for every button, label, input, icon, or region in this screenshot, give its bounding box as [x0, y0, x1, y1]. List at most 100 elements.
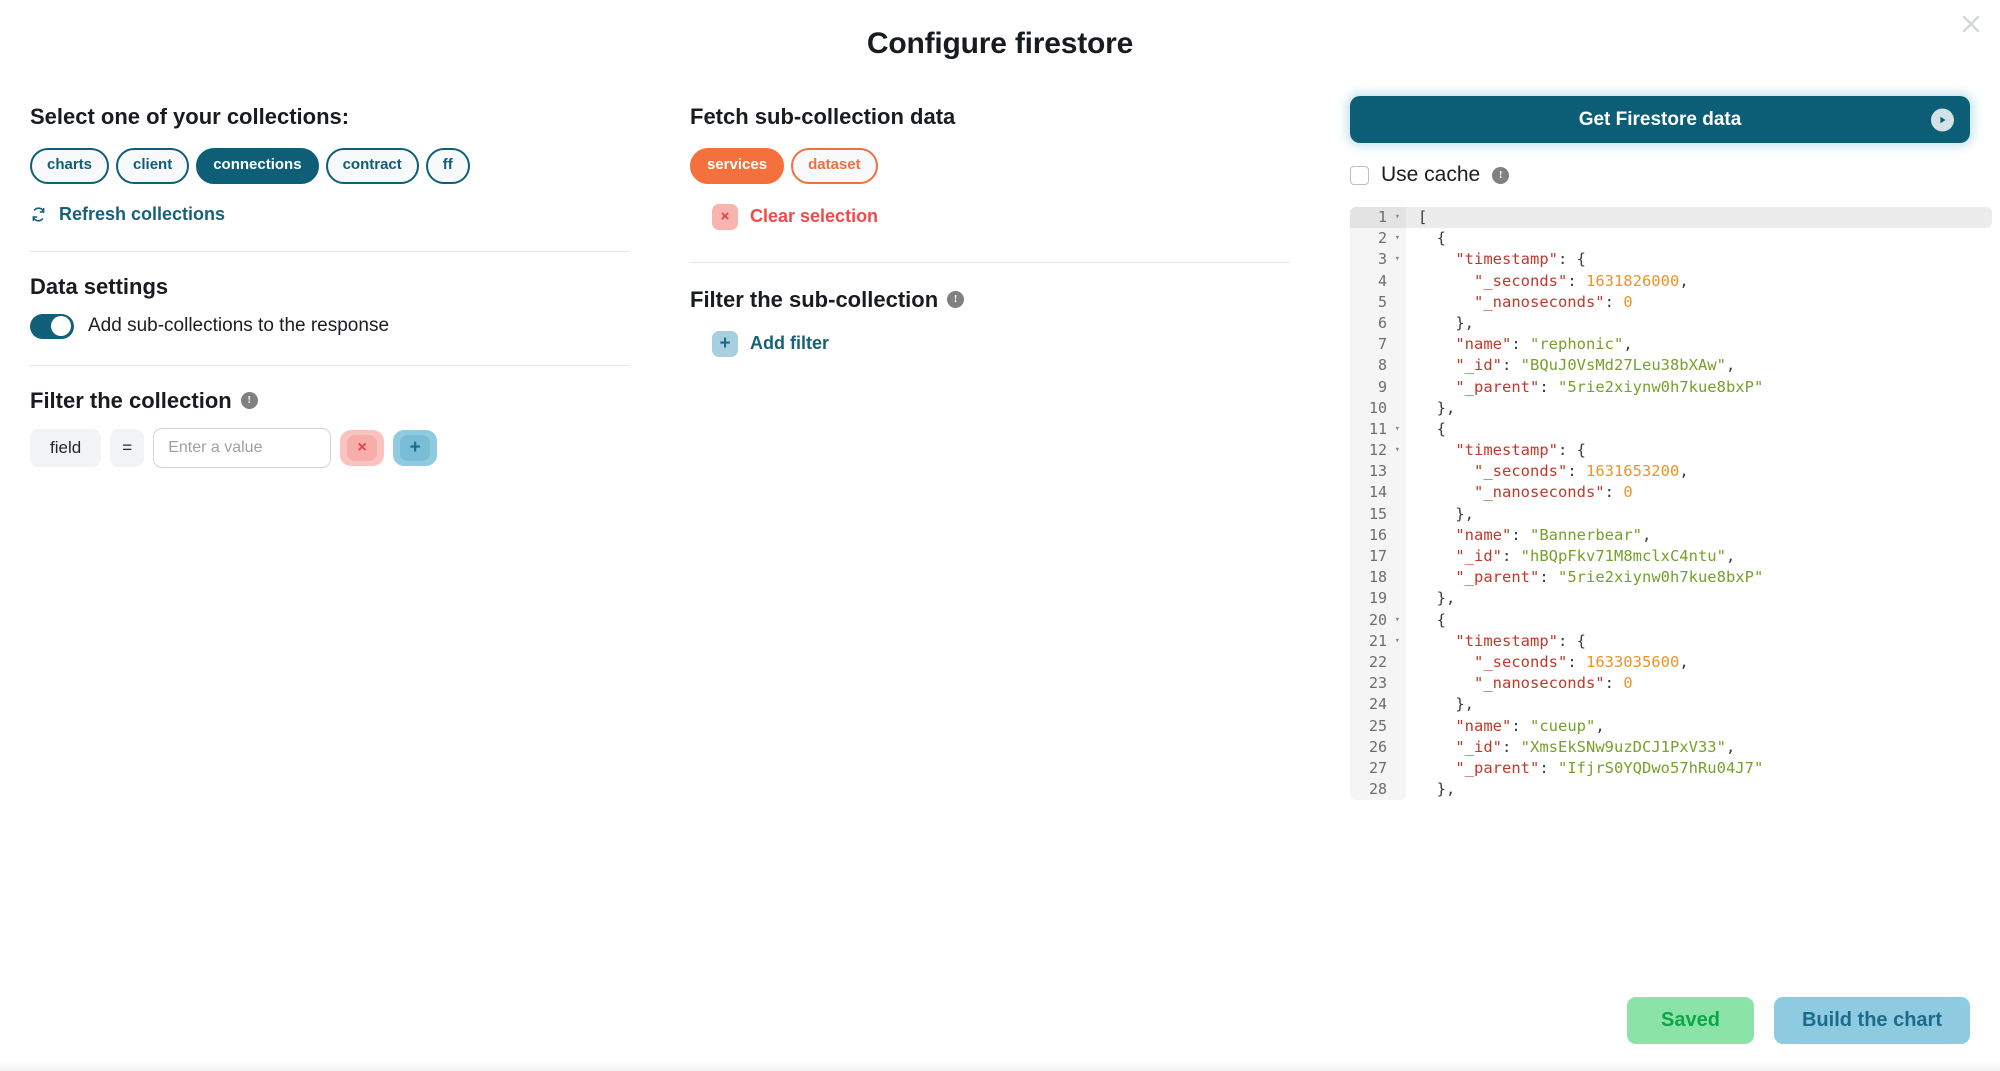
add-subcollections-toggle[interactable]: [30, 314, 74, 339]
code-line: 5▾ "_nanoseconds": 0: [1350, 292, 1970, 313]
code-lines: 1▾[2▾ {3▾ "timestamp": {4▾ "_seconds": 1…: [1350, 207, 1970, 800]
line-number: 18▾: [1350, 567, 1406, 588]
line-number: 20▾: [1350, 610, 1406, 631]
use-cache-checkbox[interactable]: [1350, 166, 1369, 185]
fold-icon[interactable]: ▾: [1392, 446, 1400, 455]
subcollections-pill-list: servicesdataset: [690, 148, 1290, 184]
subcollections-toggle-row: Add sub-collections to the response: [30, 314, 630, 339]
line-number: 14▾: [1350, 482, 1406, 503]
line-number: 24▾: [1350, 694, 1406, 715]
refresh-collections-button[interactable]: Refresh collections: [30, 204, 225, 225]
code-text: },: [1406, 398, 1455, 419]
line-number: 21▾: [1350, 631, 1406, 652]
line-number: 10▾: [1350, 398, 1406, 419]
line-number: 23▾: [1350, 673, 1406, 694]
filter-field-chip[interactable]: field: [30, 429, 101, 467]
fold-icon[interactable]: ▾: [1392, 213, 1400, 222]
line-number: 26▾: [1350, 737, 1406, 758]
code-text: },: [1406, 588, 1455, 609]
info-icon[interactable]: !: [241, 392, 258, 409]
collections-heading: Select one of your collections:: [30, 104, 630, 130]
fold-icon[interactable]: ▾: [1392, 255, 1400, 264]
add-filter-row-button[interactable]: +: [393, 430, 437, 466]
line-number: 12▾: [1350, 440, 1406, 461]
use-cache-row: Use cache !: [1350, 163, 1970, 187]
toggle-knob: [51, 316, 71, 336]
code-text: "_parent": "IfjrS0YQDwo57hRu04J7": [1406, 758, 1763, 779]
fold-icon[interactable]: ▾: [1392, 616, 1400, 625]
filter-value-input[interactable]: [153, 428, 331, 468]
filter-collection-heading: Filter the collection !: [30, 388, 630, 414]
code-line: 2▾ {: [1350, 228, 1970, 249]
collection-pill-ff[interactable]: ff: [426, 148, 470, 184]
code-text: },: [1406, 779, 1455, 800]
left-divider-2: [30, 365, 630, 366]
line-number: 19▾: [1350, 588, 1406, 609]
get-firestore-data-button[interactable]: Get Firestore data: [1350, 96, 1970, 143]
saved-button[interactable]: Saved: [1627, 997, 1754, 1044]
code-text: "timestamp": {: [1406, 440, 1586, 461]
remove-filter-button[interactable]: ×: [340, 430, 384, 466]
middle-divider-1: [690, 262, 1290, 263]
code-line: 12▾ "timestamp": {: [1350, 440, 1970, 461]
filter-operator-chip[interactable]: =: [110, 429, 144, 467]
collection-pill-charts[interactable]: charts: [30, 148, 109, 184]
code-line: 23▾ "_nanoseconds": 0: [1350, 673, 1970, 694]
code-line: 13▾ "_seconds": 1631653200,: [1350, 461, 1970, 482]
line-number: 11▾: [1350, 419, 1406, 440]
code-line: 28▾ },: [1350, 779, 1970, 800]
code-line: 6▾ },: [1350, 313, 1970, 334]
line-number: 2▾: [1350, 228, 1406, 249]
code-line: 8▾ "_id": "BQuJ0VsMd27Leu38bXAw",: [1350, 355, 1970, 376]
firestore-data-panel: Get Firestore data Use cache ! 1▾[2▾ {3▾…: [1350, 96, 1970, 800]
code-text: {: [1406, 419, 1446, 440]
fold-icon[interactable]: ▾: [1392, 425, 1400, 434]
code-line: 7▾ "name": "rephonic",: [1350, 334, 1970, 355]
code-text: "_id": "BQuJ0VsMd27Leu38bXAw",: [1406, 355, 1735, 376]
filter-subcollection-label: Filter the sub-collection: [690, 287, 938, 313]
json-code-editor[interactable]: 1▾[2▾ {3▾ "timestamp": {4▾ "_seconds": 1…: [1350, 207, 1970, 800]
code-line: 21▾ "timestamp": {: [1350, 631, 1970, 652]
refresh-collections-label: Refresh collections: [59, 204, 225, 225]
code-line: 9▾ "_parent": "5rie2xiynw0h7kue8bxP": [1350, 377, 1970, 398]
code-text: "_nanoseconds": 0: [1406, 482, 1633, 503]
code-line: 27▾ "_parent": "IfjrS0YQDwo57hRu04J7": [1350, 758, 1970, 779]
line-number: 4▾: [1350, 271, 1406, 292]
line-number: 15▾: [1350, 504, 1406, 525]
add-filter-label: Add filter: [750, 333, 829, 354]
code-text: },: [1406, 504, 1474, 525]
code-line: 14▾ "_nanoseconds": 0: [1350, 482, 1970, 503]
collection-pill-connections[interactable]: connections: [196, 148, 318, 184]
code-line: 3▾ "timestamp": {: [1350, 249, 1970, 270]
code-text: "timestamp": {: [1406, 631, 1586, 652]
info-icon[interactable]: !: [947, 291, 964, 308]
subcollection-pill-services[interactable]: services: [690, 148, 784, 184]
code-line: 4▾ "_seconds": 1631826000,: [1350, 271, 1970, 292]
get-firestore-data-label: Get Firestore data: [1579, 109, 1742, 130]
build-chart-button[interactable]: Build the chart: [1774, 997, 1970, 1044]
line-number: 8▾: [1350, 355, 1406, 376]
code-line: 11▾ {: [1350, 419, 1970, 440]
subcollection-panel: Fetch sub-collection data servicesdatase…: [690, 104, 1290, 357]
code-line: 18▾ "_parent": "5rie2xiynw0h7kue8bxP": [1350, 567, 1970, 588]
fetch-subcollection-heading: Fetch sub-collection data: [690, 104, 1290, 130]
collection-pill-client[interactable]: client: [116, 148, 189, 184]
code-text: {: [1406, 610, 1446, 631]
info-icon[interactable]: !: [1492, 167, 1509, 184]
code-text: "name": "cueup",: [1406, 716, 1605, 737]
line-number: 3▾: [1350, 249, 1406, 270]
add-filter-button[interactable]: + Add filter: [712, 331, 829, 357]
subcollection-pill-dataset[interactable]: dataset: [791, 148, 878, 184]
code-text: "timestamp": {: [1406, 249, 1586, 270]
fold-icon[interactable]: ▾: [1392, 637, 1400, 646]
code-line: 19▾ },: [1350, 588, 1970, 609]
line-number: 25▾: [1350, 716, 1406, 737]
code-text: [: [1406, 207, 1427, 228]
collection-pill-contract[interactable]: contract: [326, 148, 419, 184]
clear-selection-button[interactable]: × Clear selection: [712, 204, 878, 230]
collections-pill-list: chartsclientconnectionscontractff: [30, 148, 630, 184]
modal-footer: Saved Build the chart: [1627, 997, 1970, 1044]
line-number: 16▾: [1350, 525, 1406, 546]
code-text: "_parent": "5rie2xiynw0h7kue8bxP": [1406, 377, 1763, 398]
fold-icon[interactable]: ▾: [1392, 234, 1400, 243]
